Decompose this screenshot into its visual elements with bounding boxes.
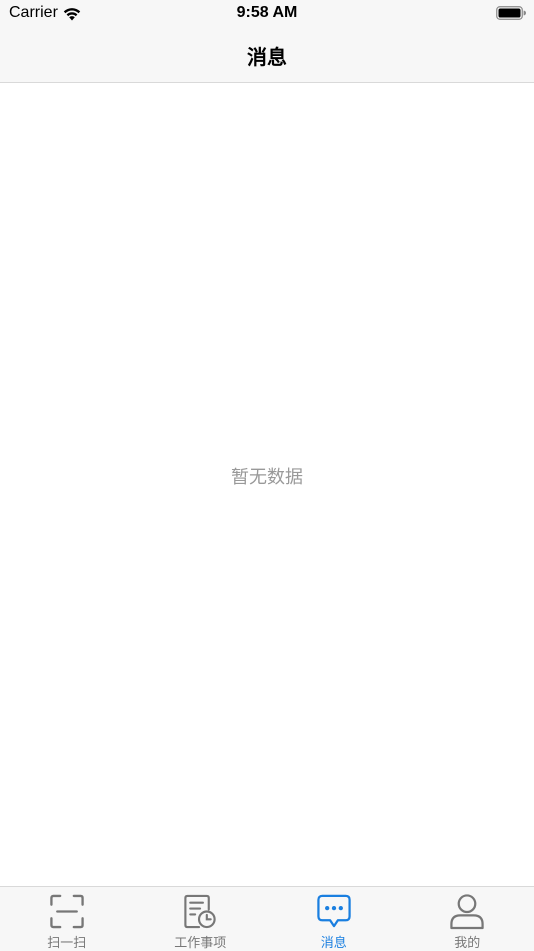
tab-work-items[interactable]: 工作事项	[134, 887, 268, 951]
page-title: 消息	[0, 41, 534, 70]
profile-icon	[448, 893, 486, 930]
scan-icon	[48, 893, 86, 930]
tab-messages[interactable]: 消息	[267, 887, 401, 951]
tab-scan-label: 扫一扫	[47, 932, 86, 951]
tab-scan[interactable]: 扫一扫	[0, 887, 134, 951]
tab-profile-label: 我的	[454, 932, 480, 951]
tab-bar: 扫一扫 工作事项 消息	[0, 886, 534, 951]
status-time: 9:58 AM	[0, 4, 534, 22]
battery-icon	[496, 6, 526, 20]
tab-work-items-label: 工作事项	[174, 932, 226, 951]
message-icon	[315, 893, 353, 930]
empty-state-text: 暂无数据	[0, 463, 534, 489]
message-list[interactable]: 暂无数据	[0, 83, 534, 886]
status-bar: Carrier 9:58 AM	[0, 0, 534, 28]
tab-messages-label: 消息	[321, 932, 347, 951]
tab-profile[interactable]: 我的	[401, 887, 534, 951]
navigation-bar: 消息	[0, 28, 534, 83]
work-items-icon	[181, 893, 219, 930]
